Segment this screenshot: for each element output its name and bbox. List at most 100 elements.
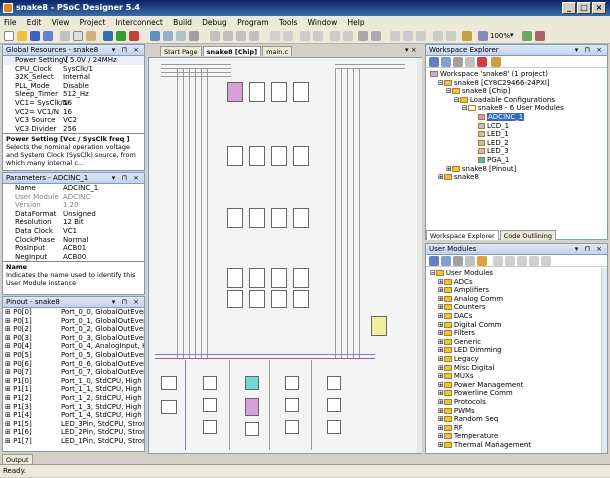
- generate-icon[interactable]: [116, 31, 126, 41]
- find-icon[interactable]: [300, 31, 310, 41]
- interconnect-icon[interactable]: [150, 31, 160, 41]
- tree-item[interactable]: ⊟ snake8 [CY8C29466-24PXI]: [426, 79, 607, 88]
- pin-row[interactable]: ⊞ P1[6] LED_2Pin, StdCPU, Strong,: [3, 428, 144, 437]
- tool-icon[interactable]: [541, 256, 551, 266]
- delete-icon[interactable]: [477, 57, 487, 67]
- zoom-out-icon[interactable]: [535, 31, 545, 41]
- uncomment-icon[interactable]: [343, 31, 353, 41]
- place-icon[interactable]: [429, 256, 439, 266]
- tree-item[interactable]: ⊞ Generic: [426, 338, 607, 347]
- grid-row[interactable]: VC3 Divider 256: [3, 125, 144, 134]
- datasheet-icon[interactable]: [477, 256, 487, 266]
- analog-block[interactable]: [285, 376, 299, 390]
- menu-interconnect[interactable]: Interconnect: [112, 18, 167, 27]
- grid-row[interactable]: PLL_Mode Disable: [3, 82, 144, 91]
- copy-icon[interactable]: [73, 31, 83, 41]
- digital-block[interactable]: [249, 82, 265, 102]
- distribute-icon[interactable]: [249, 31, 259, 41]
- tree-item[interactable]: ⊞ Misc Digital: [426, 364, 607, 373]
- pin-row[interactable]: ⊞ P1[7] LED_1Pin, StdCPU, Strong,: [3, 437, 144, 446]
- tree-item[interactable]: ⊞ Counters: [426, 303, 607, 312]
- tree-item[interactable]: LED_3: [426, 147, 607, 156]
- tree-item[interactable]: ⊞ Legacy: [426, 355, 607, 364]
- new-file-icon[interactable]: [4, 31, 14, 41]
- tree-item[interactable]: Workspace 'snake8' (1 project): [426, 70, 607, 79]
- digital-block[interactable]: [293, 146, 309, 166]
- minimize-button[interactable]: _: [562, 2, 576, 14]
- grid-row[interactable]: CPU_Clock SysClk/1: [3, 65, 144, 74]
- user-modules-scrollbar[interactable]: [601, 268, 607, 453]
- canvas-scrollbar[interactable]: [417, 58, 422, 453]
- tool-icon[interactable]: [517, 256, 527, 266]
- zoom-dropdown-icon[interactable]: ▾: [510, 31, 514, 39]
- analog-block[interactable]: [285, 420, 299, 434]
- paste-icon[interactable]: [86, 31, 96, 41]
- tree-item[interactable]: LED_1: [426, 130, 607, 139]
- editor-close-icon[interactable]: ▾ ×: [405, 46, 417, 54]
- build-icon[interactable]: [103, 31, 113, 41]
- grid-row[interactable]: Resolution 12 Bit: [3, 218, 144, 227]
- cut-icon[interactable]: [60, 31, 70, 41]
- comment-icon[interactable]: [330, 31, 340, 41]
- digital-block[interactable]: [227, 208, 243, 228]
- tab-workspace-explorer[interactable]: Workspace Explorer: [426, 230, 499, 240]
- menu-window[interactable]: Window: [304, 18, 342, 27]
- save-all-icon[interactable]: [43, 31, 53, 41]
- analog-io-block[interactable]: [161, 376, 177, 390]
- pin-row[interactable]: ⊞ P1[2] Port_1_2, StdCPU, High Z A: [3, 394, 144, 403]
- tree-item-selected[interactable]: ADCINC_1: [426, 112, 607, 122]
- grid-icon[interactable]: [210, 31, 220, 41]
- digital-block[interactable]: [227, 268, 243, 288]
- chip-view-icon[interactable]: [163, 31, 173, 41]
- grid-row[interactable]: PosInput ACB01: [3, 244, 144, 253]
- analog-block[interactable]: [327, 420, 341, 434]
- tab-output[interactable]: Output: [2, 454, 33, 464]
- output-block[interactable]: [371, 316, 387, 336]
- chart-icon[interactable]: [270, 31, 280, 41]
- analog-block[interactable]: [285, 398, 299, 412]
- collapse-icon[interactable]: [465, 57, 475, 67]
- view-icon[interactable]: [465, 256, 475, 266]
- undo-icon[interactable]: [358, 31, 368, 41]
- pin-row[interactable]: ⊞ P0[1] Port_0_1, GlobalOutEven_1: [3, 317, 144, 326]
- analog-block[interactable]: [203, 420, 217, 434]
- search-icon[interactable]: [478, 31, 488, 41]
- analog-block[interactable]: [327, 376, 341, 390]
- panel-controls-icon[interactable]: ▾ ⊓ ×: [112, 45, 141, 56]
- menu-build[interactable]: Build: [169, 18, 196, 27]
- digital-block[interactable]: [227, 146, 243, 166]
- digital-block[interactable]: [293, 82, 309, 102]
- menu-project[interactable]: Project: [76, 18, 110, 27]
- tree-item[interactable]: ⊞ Power Management: [426, 381, 607, 390]
- digital-block[interactable]: [271, 268, 287, 288]
- digital-block-selected[interactable]: [227, 82, 243, 102]
- pinout-icon[interactable]: [176, 31, 186, 41]
- prev-bookmark-icon[interactable]: [433, 31, 443, 41]
- tree-item[interactable]: ⊟ User Modules: [426, 269, 607, 278]
- debug-icon[interactable]: [129, 31, 139, 41]
- table-icon[interactable]: [283, 31, 293, 41]
- close-button[interactable]: ×: [592, 2, 606, 14]
- layout-icon[interactable]: [189, 31, 199, 41]
- digital-block[interactable]: [293, 290, 309, 308]
- tree-item[interactable]: ⊞ Temperature: [426, 432, 607, 441]
- digital-block[interactable]: [249, 268, 265, 288]
- pin-row[interactable]: ⊞ P0[6] Port_0_6, GlobalOutEven_6: [3, 360, 144, 369]
- panel-controls-icon[interactable]: ▾ ⊓ ×: [575, 244, 604, 255]
- tree-item[interactable]: ⊞ MUXs: [426, 372, 607, 381]
- digital-block[interactable]: [227, 290, 243, 308]
- tree-item[interactable]: ⊞ RF: [426, 424, 607, 433]
- pin-row[interactable]: ⊞ P1[1] Port_1_1, StdCPU, High Z A: [3, 385, 144, 394]
- digital-block[interactable]: [249, 208, 265, 228]
- replace-icon[interactable]: [313, 31, 323, 41]
- pin-row[interactable]: ⊞ P0[2] Port_0_2, GlobalOutEven_2: [3, 325, 144, 334]
- zoom-level[interactable]: 100%: [490, 32, 510, 40]
- digital-block[interactable]: [271, 290, 287, 308]
- zoom-in-icon[interactable]: [522, 31, 532, 41]
- panel-controls-icon[interactable]: ▾ ⊓ ×: [575, 45, 604, 56]
- pin-row[interactable]: ⊞ P0[4] Port_0_4, AnalogInput, High: [3, 342, 144, 351]
- pin-row[interactable]: ⊞ P1[4] Port_1_4, StdCPU, High Z A: [3, 411, 144, 420]
- grid-row[interactable]: Name ADCINC_1: [3, 184, 144, 193]
- next-bookmark-icon[interactable]: [446, 31, 456, 41]
- digital-block[interactable]: [293, 268, 309, 288]
